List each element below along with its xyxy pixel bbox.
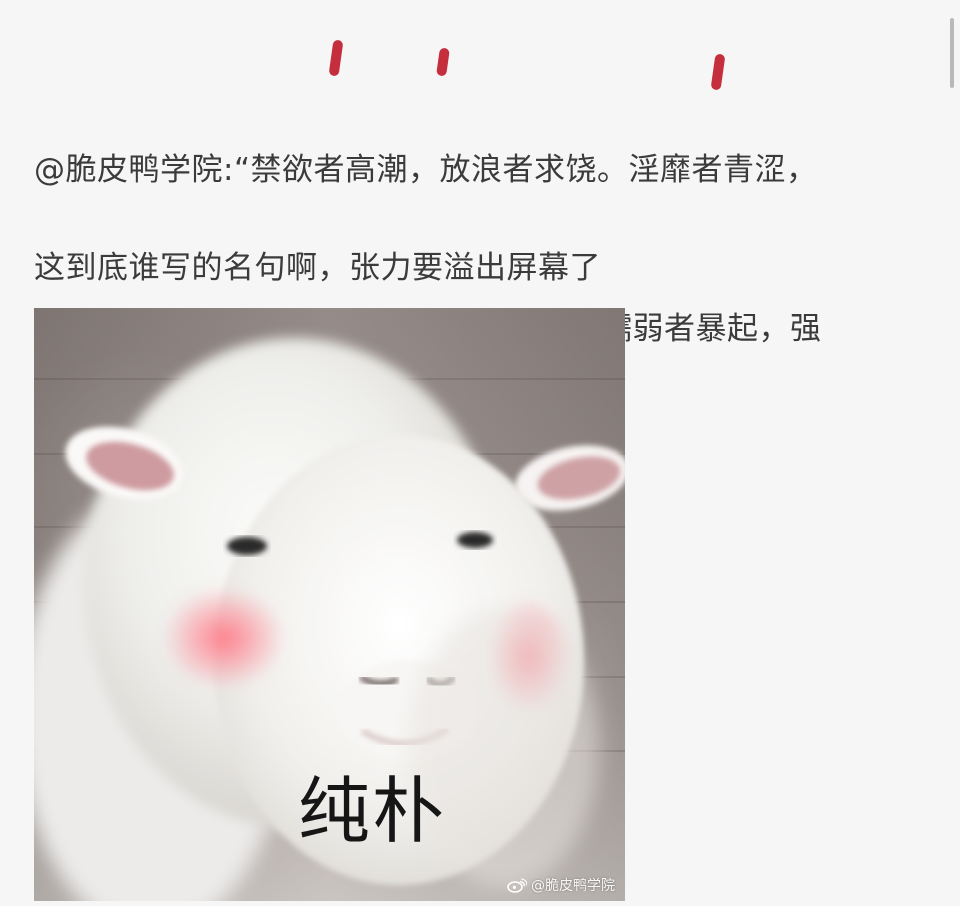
sheep-meme-image[interactable]: 纯朴 @脆皮鸭学院 [34,308,625,901]
image-watermark: @脆皮鸭学院 [507,877,615,895]
weibo-post-screen: @脆皮鸭学院:“禁欲者高潮，放浪者求饶。淫靡者青涩， 圣洁者堕落。掠夺者温柔，忠… [0,0,960,906]
left-eye [227,537,267,555]
right-eye [457,532,493,548]
watermark-text: @脆皮鸭学院 [531,878,615,894]
scrollbar[interactable] [950,18,954,88]
left-cheek-blush [162,586,286,690]
post-line-1: @脆皮鸭学院:“禁欲者高潮，放浪者求饶。淫靡者青涩， [34,152,818,188]
comment-text: 这到底谁写的名句啊，张力要溢出屏幕了 [34,250,601,286]
weibo-icon [507,878,527,893]
meme-caption: 纯朴 [298,769,447,853]
